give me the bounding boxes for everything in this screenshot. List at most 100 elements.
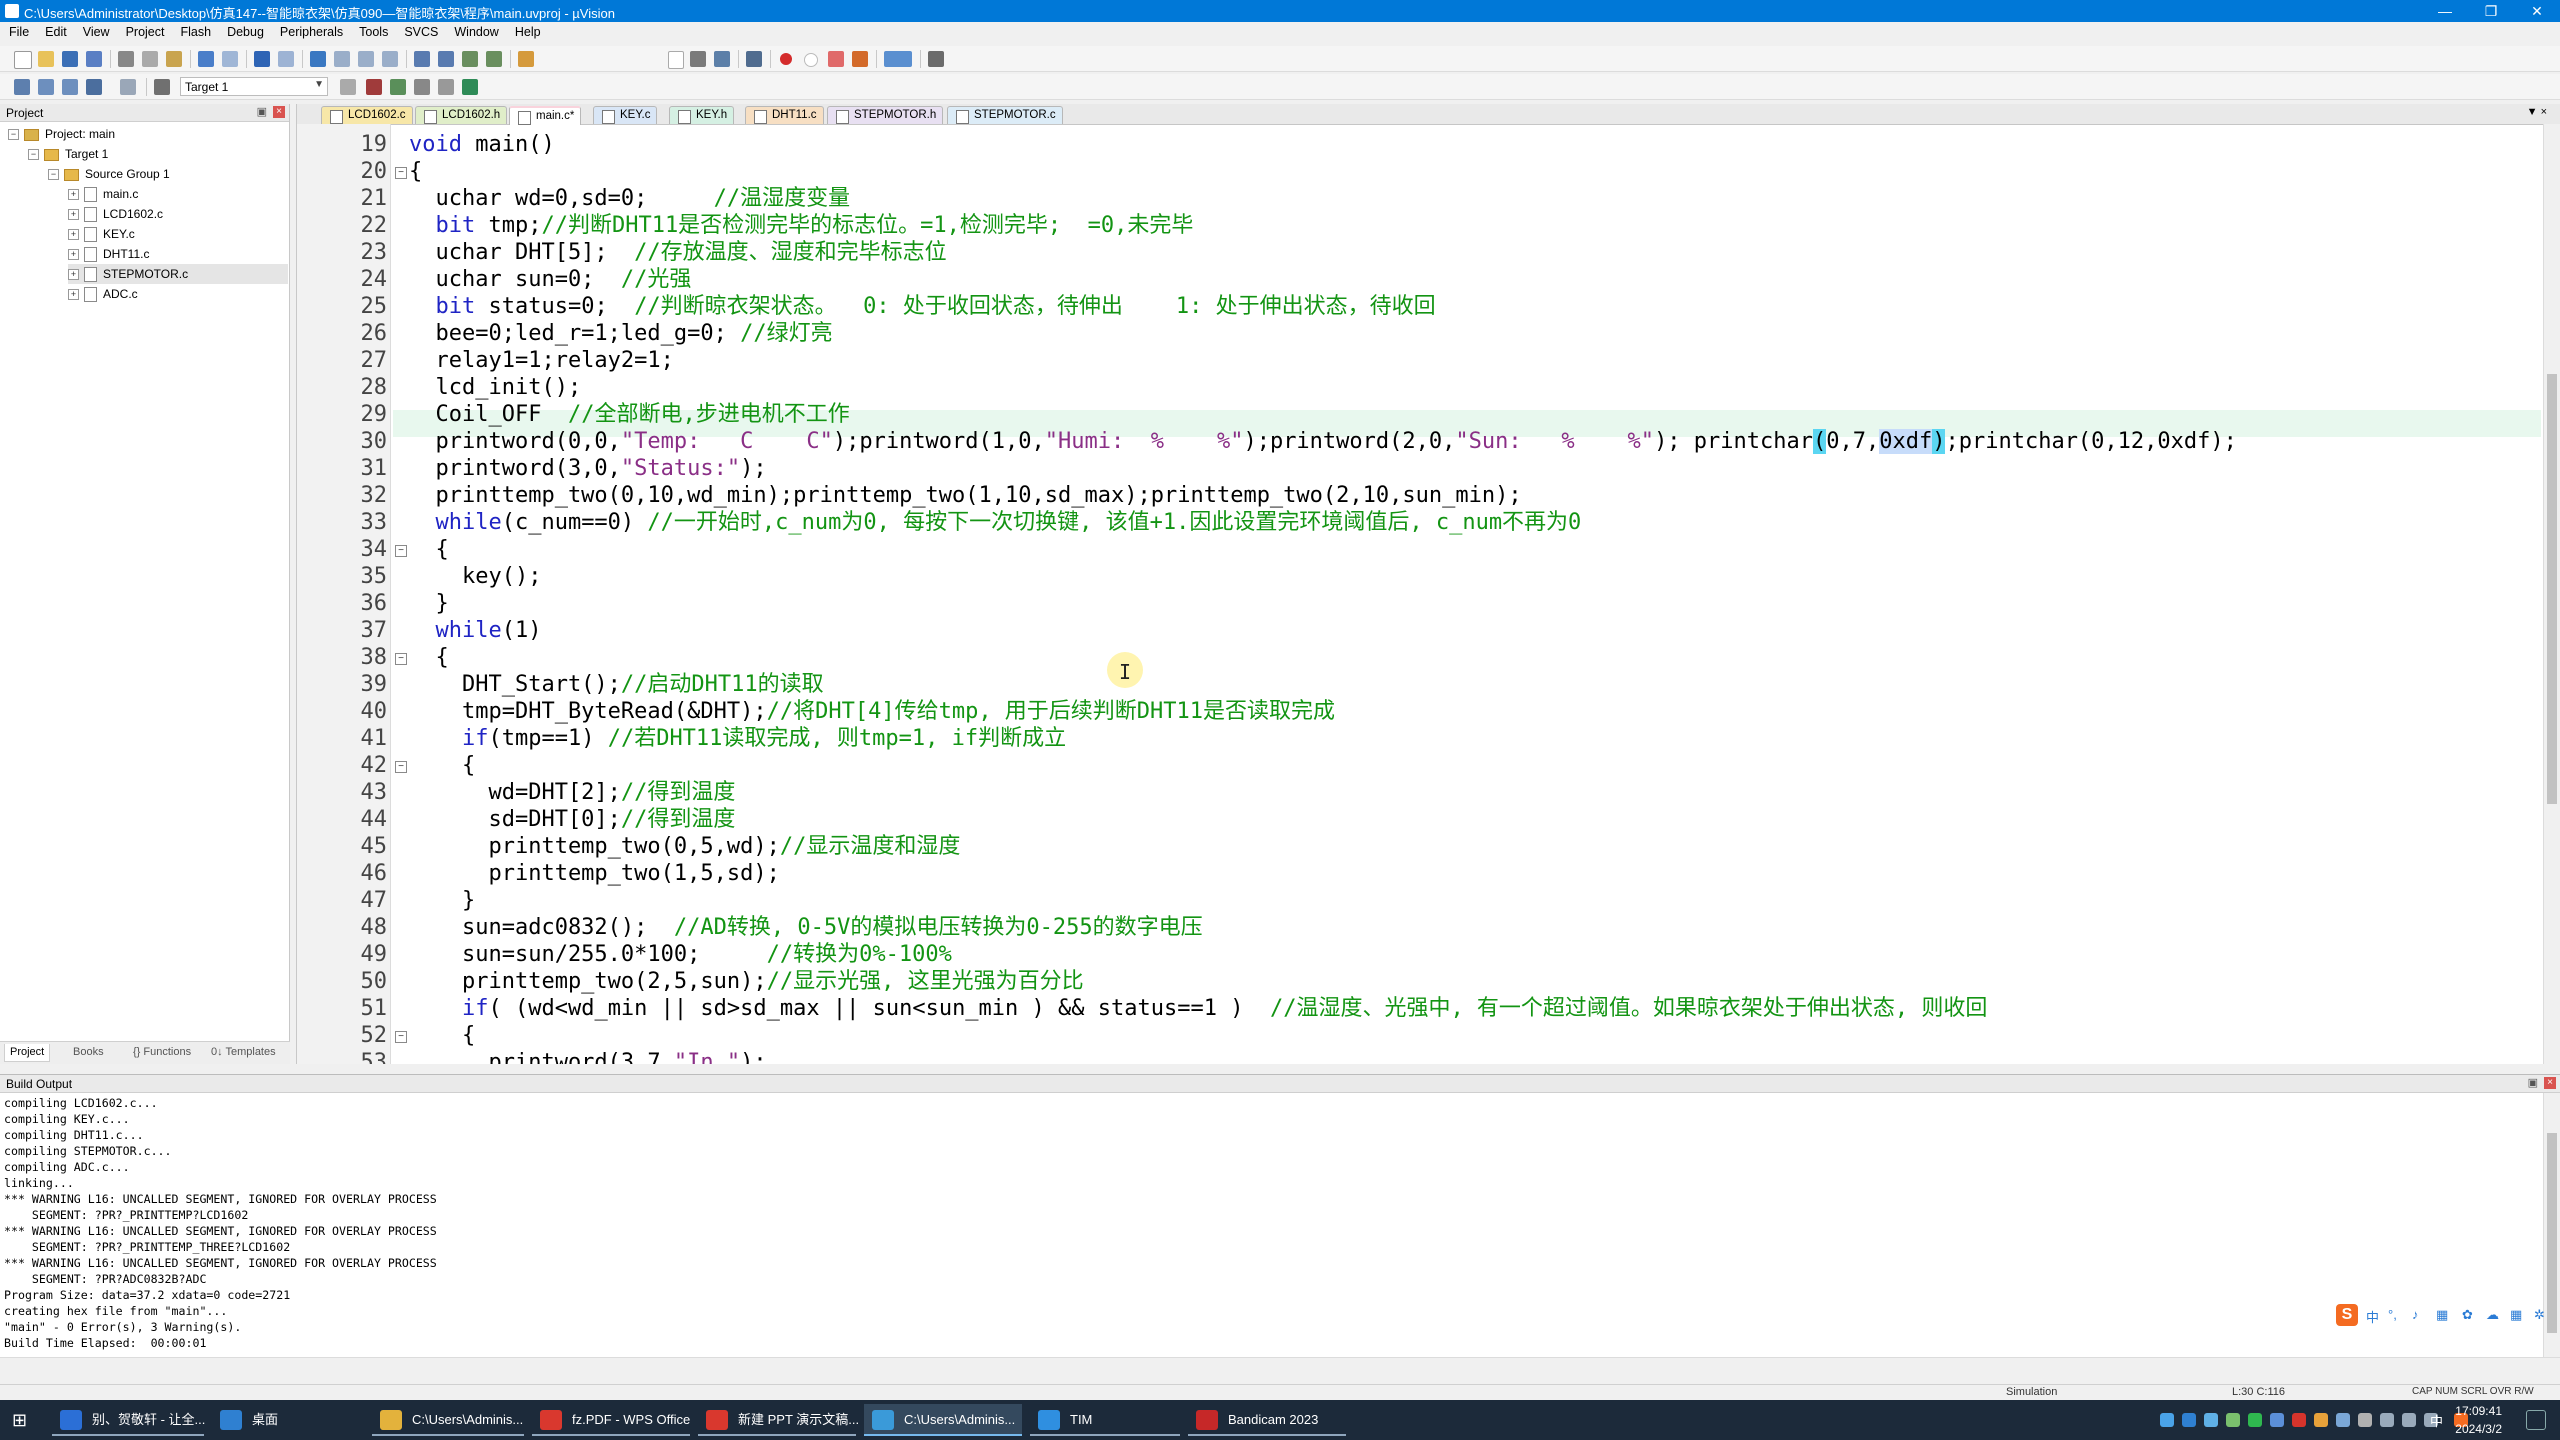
tab-key-h[interactable]: KEY.h [669,106,735,124]
tray-wechat-icon[interactable] [2248,1413,2262,1427]
build-icon[interactable] [38,79,54,95]
cut-icon[interactable] [118,51,134,67]
ime-cloud-icon[interactable]: ☁ [2486,1307,2499,1323]
collapse-icon[interactable]: − [28,149,39,161]
fold-toggle-icon[interactable]: − [395,761,407,773]
comment-icon[interactable] [462,51,478,67]
disable-breakpoints-icon[interactable] [828,51,844,67]
editor-vertical-scrollbar[interactable] [2543,124,2560,1064]
pin-icon[interactable]: ▣ [2528,1076,2538,1089]
tab-dht11-c[interactable]: DHT11.c [745,106,824,124]
paste-icon[interactable] [166,51,182,67]
sogou-ime-icon[interactable]: S [2336,1304,2358,1326]
tab-key-c[interactable]: KEY.c [593,106,658,124]
rebuild-icon[interactable] [62,79,78,95]
close-button[interactable]: ✕ [2514,0,2560,22]
tab-lcd1602-h[interactable]: LCD1602.h [415,106,508,124]
expand-icon[interactable]: + [68,189,79,201]
incremental-find-icon[interactable] [714,51,730,67]
redo-icon[interactable] [222,51,238,67]
start-windows-icon[interactable]: ⊞ [12,1410,27,1431]
open-file-icon[interactable] [38,51,54,67]
tab-project[interactable]: Project [4,1044,51,1062]
tab-stepmotor-h[interactable]: STEPMOTOR.h [827,106,944,124]
tree-file-adc[interactable]: + ADC.c [68,284,138,304]
pack-installer-icon[interactable] [462,79,478,95]
scrollbar-thumb[interactable] [2547,374,2557,804]
tab-books[interactable]: Books [68,1044,109,1062]
uncomment-icon[interactable] [486,51,502,67]
taskbar-clock[interactable]: 17:09:41 2024/3/2 [2455,1402,2502,1438]
menu-svcs[interactable]: SVCS [395,22,445,39]
find-dropdown-icon[interactable] [668,51,684,69]
tray-bluetooth-icon[interactable] [2336,1413,2350,1427]
menu-view[interactable]: View [74,22,117,39]
ime-voice-icon[interactable]: ♪ [2412,1307,2419,1322]
ime-keyboard-icon[interactable]: ▦ [2436,1307,2448,1323]
code-area[interactable]: 19 20 21 22 23 24 25 26 27 28 29 30 31 32 33 34 35 36 37 38… [297,124,2560,1064]
minimize-button[interactable]: — [2422,0,2468,22]
tab-templates[interactable]: 0↓ Templates [206,1044,281,1062]
unindent-icon[interactable] [438,51,454,67]
tray-app-icon[interactable] [2182,1413,2196,1427]
download-icon[interactable] [154,79,170,95]
save-all-icon[interactable] [86,51,102,67]
expand-icon[interactable]: + [68,269,79,281]
menu-window[interactable]: Window [445,22,505,39]
window-layout-icon[interactable] [884,51,912,67]
undo-icon[interactable] [198,51,214,67]
fold-toggle-icon[interactable]: − [395,545,407,557]
select-packs-icon[interactable] [414,79,430,95]
manage-rte-icon[interactable] [390,79,406,95]
build-output-horizontal-scrollbar[interactable] [0,1357,2560,1372]
tray-language[interactable]: 中 [2430,1411,2443,1430]
find-in-files-icon[interactable] [518,51,534,67]
ime-settings-icon[interactable]: ✲ [2534,1307,2545,1323]
maximize-button[interactable]: ❐ [2468,0,2514,22]
configure-icon[interactable] [928,51,944,67]
menu-peripherals[interactable]: Peripherals [271,22,350,39]
ime-toolbox-icon[interactable]: ▦ [2510,1307,2522,1323]
copy-icon[interactable] [142,51,158,67]
new-file-icon[interactable] [14,51,32,69]
collapse-icon[interactable]: − [48,169,59,181]
tree-file-main[interactable]: + main.c [68,184,138,204]
collapse-icon[interactable]: − [8,129,19,141]
tree-file-stepmotor[interactable]: + STEPMOTOR.c [68,264,288,284]
tray-wifi-icon[interactable] [2402,1413,2416,1427]
menu-file[interactable]: File [0,22,36,39]
notification-icon[interactable] [2526,1410,2546,1430]
enable-breakpoint-icon[interactable] [804,53,818,67]
expand-icon[interactable]: + [68,209,79,221]
ime-skin-icon[interactable]: ✿ [2462,1307,2473,1323]
bookmark-icon[interactable] [310,51,326,67]
save-icon[interactable] [62,51,78,67]
navigate-back-icon[interactable] [254,51,270,67]
taskbar-item-bandicam[interactable]: Bandicam 2023 [1188,1404,1346,1436]
indent-icon[interactable] [414,51,430,67]
expand-icon[interactable]: + [68,289,79,301]
kill-breakpoints-icon[interactable] [852,51,868,67]
tree-target[interactable]: − Target 1 [28,144,108,164]
target-options-icon[interactable] [340,79,356,95]
translate-icon[interactable] [14,79,30,95]
expand-icon[interactable]: + [68,249,79,261]
menu-flash[interactable]: Flash [171,22,218,39]
close-icon[interactable]: × [2544,1077,2556,1089]
tree-file-dht11[interactable]: + DHT11.c [68,244,149,264]
fold-toggle-icon[interactable]: − [395,653,407,665]
batch-build-icon[interactable] [86,79,102,95]
close-icon[interactable]: × [273,106,285,118]
navigate-forward-icon[interactable] [278,51,294,67]
tab-main-c[interactable]: main.c* [509,106,582,125]
taskbar-item-explorer[interactable]: C:\Users\Adminis... [372,1404,524,1436]
ime-language[interactable]: 中 [2366,1307,2379,1326]
menu-project[interactable]: Project [117,22,172,39]
target-select[interactable]: Target 1 ▼ [180,77,328,96]
taskbar-item-tim[interactable]: TIM [1030,1404,1180,1436]
tab-stepmotor-c[interactable]: STEPMOTOR.c [947,106,1063,124]
tab-functions[interactable]: {} Functions [128,1044,196,1062]
stop-build-icon[interactable] [120,79,136,95]
next-bookmark-icon[interactable] [358,51,374,67]
tree-source-group[interactable]: − Source Group 1 [48,164,170,184]
